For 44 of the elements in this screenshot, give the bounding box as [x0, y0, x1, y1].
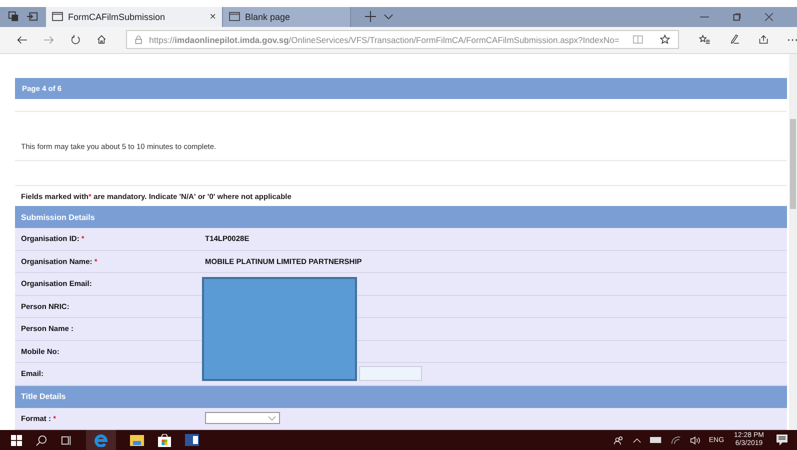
more-icon[interactable] — [788, 38, 797, 41]
letter-e-icon — [94, 433, 108, 447]
chevron-down-icon[interactable] — [384, 14, 393, 20]
battery-icon[interactable] — [650, 437, 662, 443]
pen-icon[interactable] — [730, 34, 739, 46]
notification-icon[interactable] — [776, 434, 788, 446]
minimize-icon[interactable] — [700, 16, 709, 18]
document-app-icon[interactable] — [185, 434, 199, 446]
chevron-up-icon[interactable] — [632, 438, 641, 442]
scrollbar-thumb[interactable] — [790, 119, 796, 209]
people-icon[interactable] — [614, 436, 624, 444]
close-tab-button[interactable]: × — [210, 10, 216, 23]
scrollbar[interactable] — [789, 54, 797, 430]
wifi-icon[interactable] — [670, 436, 681, 444]
refresh-icon[interactable] — [70, 34, 80, 46]
page-icon — [52, 12, 63, 22]
format-dropdown[interactable] — [205, 412, 280, 424]
browser-tab[interactable]: Blank page — [223, 6, 351, 27]
folder-icon[interactable] — [130, 434, 144, 446]
lock-icon — [135, 34, 142, 45]
section-title: Title Details — [21, 392, 66, 401]
page-icon — [229, 12, 240, 22]
shopping-bag-icon[interactable] — [158, 434, 171, 446]
new-tab-icon[interactable] — [365, 11, 376, 22]
caret-icon — [268, 416, 276, 421]
browser-tab[interactable]: FormCAFilmSubmission × — [46, 6, 223, 27]
task-view-icon[interactable] — [61, 434, 72, 446]
address-bar[interactable]: https://imdaonlinepilot.imda.gov.sg/OnlineServices/VFS/Transaction/FormFilmCA/FormCAFilmSubmission.aspx?IndexNo= — [126, 30, 679, 50]
favorites-icon[interactable] — [699, 34, 710, 46]
close-icon[interactable] — [765, 12, 773, 21]
forward-icon[interactable] — [44, 34, 54, 45]
tabs-aside-icon[interactable] — [8, 11, 19, 22]
search-icon[interactable] — [36, 434, 47, 446]
back-icon[interactable] — [17, 34, 27, 45]
restore-icon[interactable] — [733, 12, 741, 21]
share-icon[interactable] — [758, 34, 768, 46]
star-icon[interactable] — [660, 34, 670, 46]
taskbar-browser-button[interactable] — [86, 430, 116, 450]
section-title: Submission Details — [21, 212, 95, 222]
email-input[interactable] — [359, 366, 422, 382]
restore-tabs-icon[interactable] — [27, 11, 38, 22]
windows-logo-icon[interactable] — [11, 434, 22, 446]
home-icon[interactable] — [96, 34, 106, 46]
speaker-icon[interactable] — [690, 436, 700, 444]
